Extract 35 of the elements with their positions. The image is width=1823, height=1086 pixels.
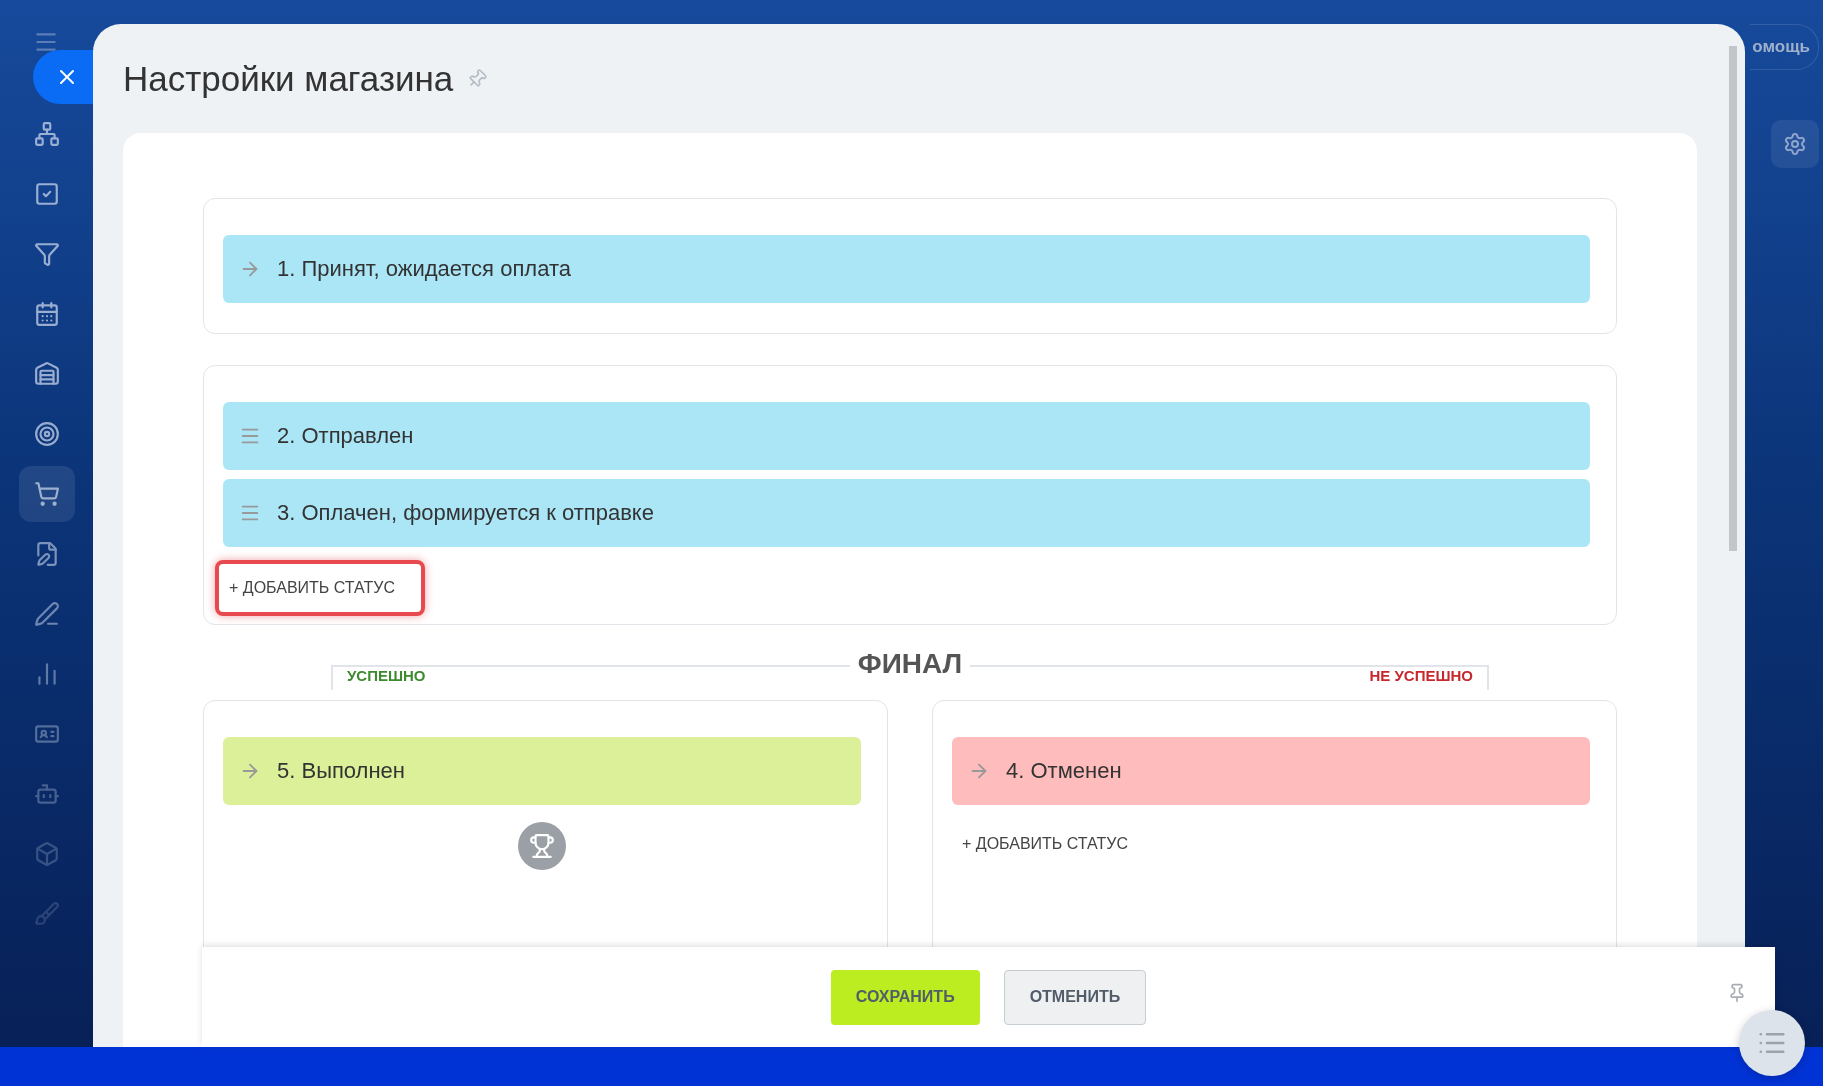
checkbox-icon	[33, 181, 60, 207]
trophy-icon	[518, 822, 566, 870]
status-label: 2. Отправлен	[277, 423, 414, 449]
scrollbar[interactable]	[1729, 46, 1737, 551]
add-status-button[interactable]: + ДОБАВИТЬ СТАТУС	[215, 560, 425, 616]
settings-icon	[1783, 132, 1807, 156]
status-label: 1. Принят, ожидается оплата	[277, 256, 571, 282]
robot-icon	[33, 781, 60, 807]
close-button[interactable]	[33, 50, 93, 104]
sidebar-item[interactable]	[18, 466, 75, 522]
target-icon	[33, 421, 60, 447]
status-label: 3. Оплачен, формируется к отправке	[277, 500, 654, 526]
success-label: УСПЕШНО	[347, 667, 426, 684]
failure-label: НЕ УСПЕШНО	[1369, 667, 1473, 684]
help-button[interactable]: омощь	[1750, 24, 1819, 70]
status-label: 5. Выполнен	[277, 758, 405, 784]
brush-icon	[33, 901, 60, 927]
status-row[interactable]: 3. Оплачен, формируется к отправке	[223, 479, 1590, 547]
funnel-icon	[33, 241, 60, 267]
status-row[interactable]: 4. Отменен	[952, 737, 1590, 805]
status-row[interactable]: 1. Принят, ожидается оплата	[223, 235, 1590, 303]
settings-button[interactable]	[1771, 120, 1819, 168]
status-row[interactable]: 5. Выполнен	[223, 737, 861, 805]
pen-icon	[33, 601, 60, 627]
status-row[interactable]: 2. Отправлен	[223, 402, 1590, 470]
panel-title: Настройки магазина	[123, 58, 454, 99]
network-icon	[33, 121, 60, 147]
warehouse-icon	[33, 361, 60, 387]
cart-icon	[33, 481, 60, 507]
cancel-button[interactable]: ОТМЕНИТЬ	[1003, 969, 1147, 1025]
status-label: 4. Отменен	[1006, 758, 1122, 784]
calendar-icon	[33, 301, 60, 327]
box-icon	[33, 841, 60, 867]
pin-icon[interactable]	[1727, 983, 1747, 1003]
save-button[interactable]: СОХРАНИТЬ	[830, 969, 980, 1025]
